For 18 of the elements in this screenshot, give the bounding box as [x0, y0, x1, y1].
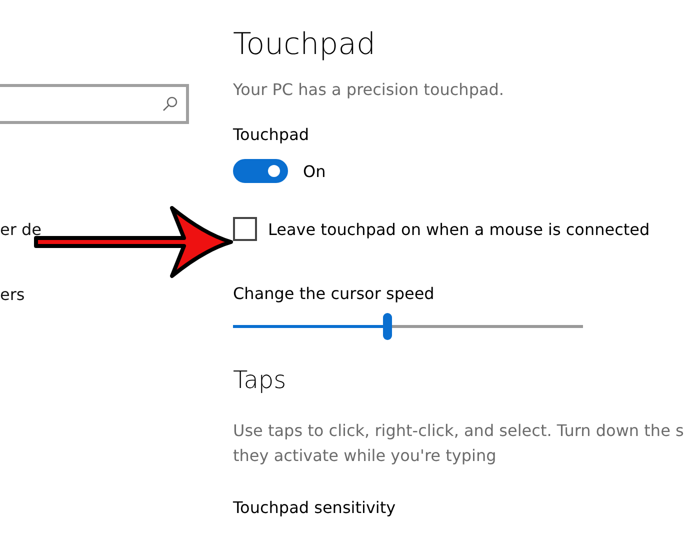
toggle-switch[interactable]: [233, 159, 288, 183]
subtitle: Your PC has a precision touchpad.: [233, 80, 506, 99]
section-description: Use taps to click, right-click, and select. Turn down the s: [233, 420, 685, 442]
search-icon: [162, 96, 178, 112]
sidebar-item[interactable]: er de: [0, 221, 42, 239]
page-title: Touchpad: [233, 26, 377, 64]
search-field[interactable]: [0, 84, 189, 124]
slider-track[interactable]: [233, 313, 583, 340]
checkbox[interactable]: [233, 217, 257, 241]
slider-thumb[interactable]: [383, 313, 392, 340]
toggle-label: Touchpad: [233, 125, 310, 144]
slider-label: Change the cursor speed: [233, 284, 436, 303]
checkbox-label: Leave touchpad on when a mouse is connected: [268, 220, 650, 238]
section-title: Taps: [233, 366, 288, 394]
section-description: they activate while you're typing: [233, 445, 498, 467]
setting-label: Touchpad sensitivity: [233, 498, 397, 517]
sidebar-item[interactable]: ers: [0, 286, 25, 304]
toggle-state: On: [303, 162, 326, 180]
